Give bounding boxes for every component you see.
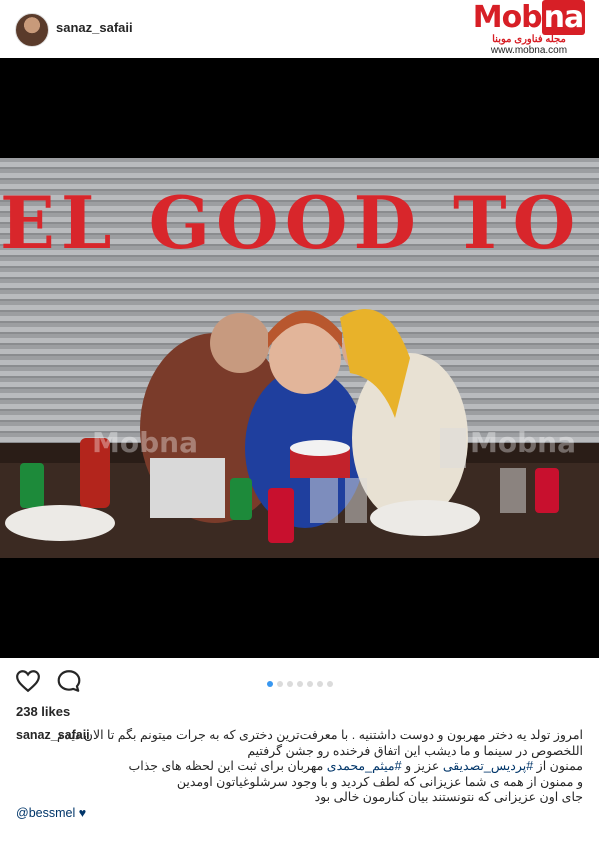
- caption-line: جای اون عزیزانی که نتونستند بیان کنارمون…: [314, 790, 583, 804]
- post-media[interactable]: EL GOOD TO Mobna Mobna: [0, 58, 599, 658]
- caption-line: ممنون از #پردیس_تصدیقی عزیز و #میثم_محمد…: [16, 759, 583, 775]
- mobna-logo: Mobna مجله فناوری موبنا www.mobna.com: [465, 0, 593, 58]
- carousel-indicator: [0, 674, 599, 692]
- glass-4: [500, 468, 526, 513]
- hashtag-link[interactable]: #میثم_محمدی: [327, 759, 402, 773]
- plate-left: [5, 505, 115, 541]
- hashtag-link[interactable]: #پردیس_تصدیقی: [443, 759, 533, 773]
- carousel-dot: [266, 681, 273, 687]
- caption-text: عزیز و: [405, 759, 440, 773]
- likes-count[interactable]: 238 likes: [16, 704, 70, 719]
- logo-url: www.mobna.com: [490, 45, 568, 56]
- watermark-left: Mobna: [92, 426, 198, 459]
- photo-scene: [0, 309, 599, 558]
- watermark-right: Mobna: [470, 426, 576, 459]
- black-heart-icon: ♥: [78, 805, 87, 820]
- person-left-face: [210, 313, 270, 373]
- can-red-center: [268, 488, 294, 543]
- carousel-dot: [306, 681, 313, 687]
- caption-line: اللخصوص در سینما و ما دیشب این اتفاق فرخ…: [247, 743, 583, 758]
- post-username[interactable]: sanaz_safaii: [56, 20, 133, 35]
- post-header: sanaz_safaii Mobna مجله فناوری موبنا www…: [0, 0, 599, 58]
- caption-line: و ممنون از همه ی شما عزیزانی که لطف کردی…: [176, 774, 583, 789]
- glass-3: [440, 428, 466, 468]
- carousel-dot: [326, 681, 333, 687]
- carousel-dot: [286, 681, 293, 687]
- logo-wordmark-suffix: na: [541, 0, 586, 35]
- logo-wordmark-prefix: Mob: [472, 0, 543, 35]
- cake-top: [290, 440, 350, 456]
- post-caption: sanaz_safaii امروز تولد یه دختر مهربون و…: [16, 728, 583, 821]
- carousel-dot: [276, 681, 283, 687]
- can-green-center: [230, 478, 252, 520]
- caption-text: مهربان برای ثبت این لحظه های جذاب: [128, 759, 324, 773]
- can-green-left: [20, 463, 44, 508]
- caption-text: ممنون از: [536, 759, 583, 773]
- glass-1: [310, 478, 338, 523]
- logo-tagline: مجله فناوری موبنا: [492, 34, 566, 45]
- carousel-dot: [316, 681, 323, 687]
- mention-link[interactable]: @bessmel: [16, 806, 75, 820]
- plate-right: [370, 500, 480, 536]
- logo-wordmark: Mobna: [465, 0, 593, 35]
- post-actions: [0, 658, 599, 702]
- gift-bag: [150, 458, 225, 518]
- carousel-dot: [296, 681, 303, 687]
- caption-mention-line: @bessmel ♥: [16, 806, 583, 822]
- caption-line: امروز تولد یه دختر مهربون و دوست داشتنیه…: [56, 728, 583, 742]
- post-photo[interactable]: EL GOOD TO Mobna Mobna: [0, 158, 599, 558]
- avatar[interactable]: [15, 13, 49, 47]
- glass-2: [345, 478, 367, 523]
- can-red-right: [535, 468, 559, 513]
